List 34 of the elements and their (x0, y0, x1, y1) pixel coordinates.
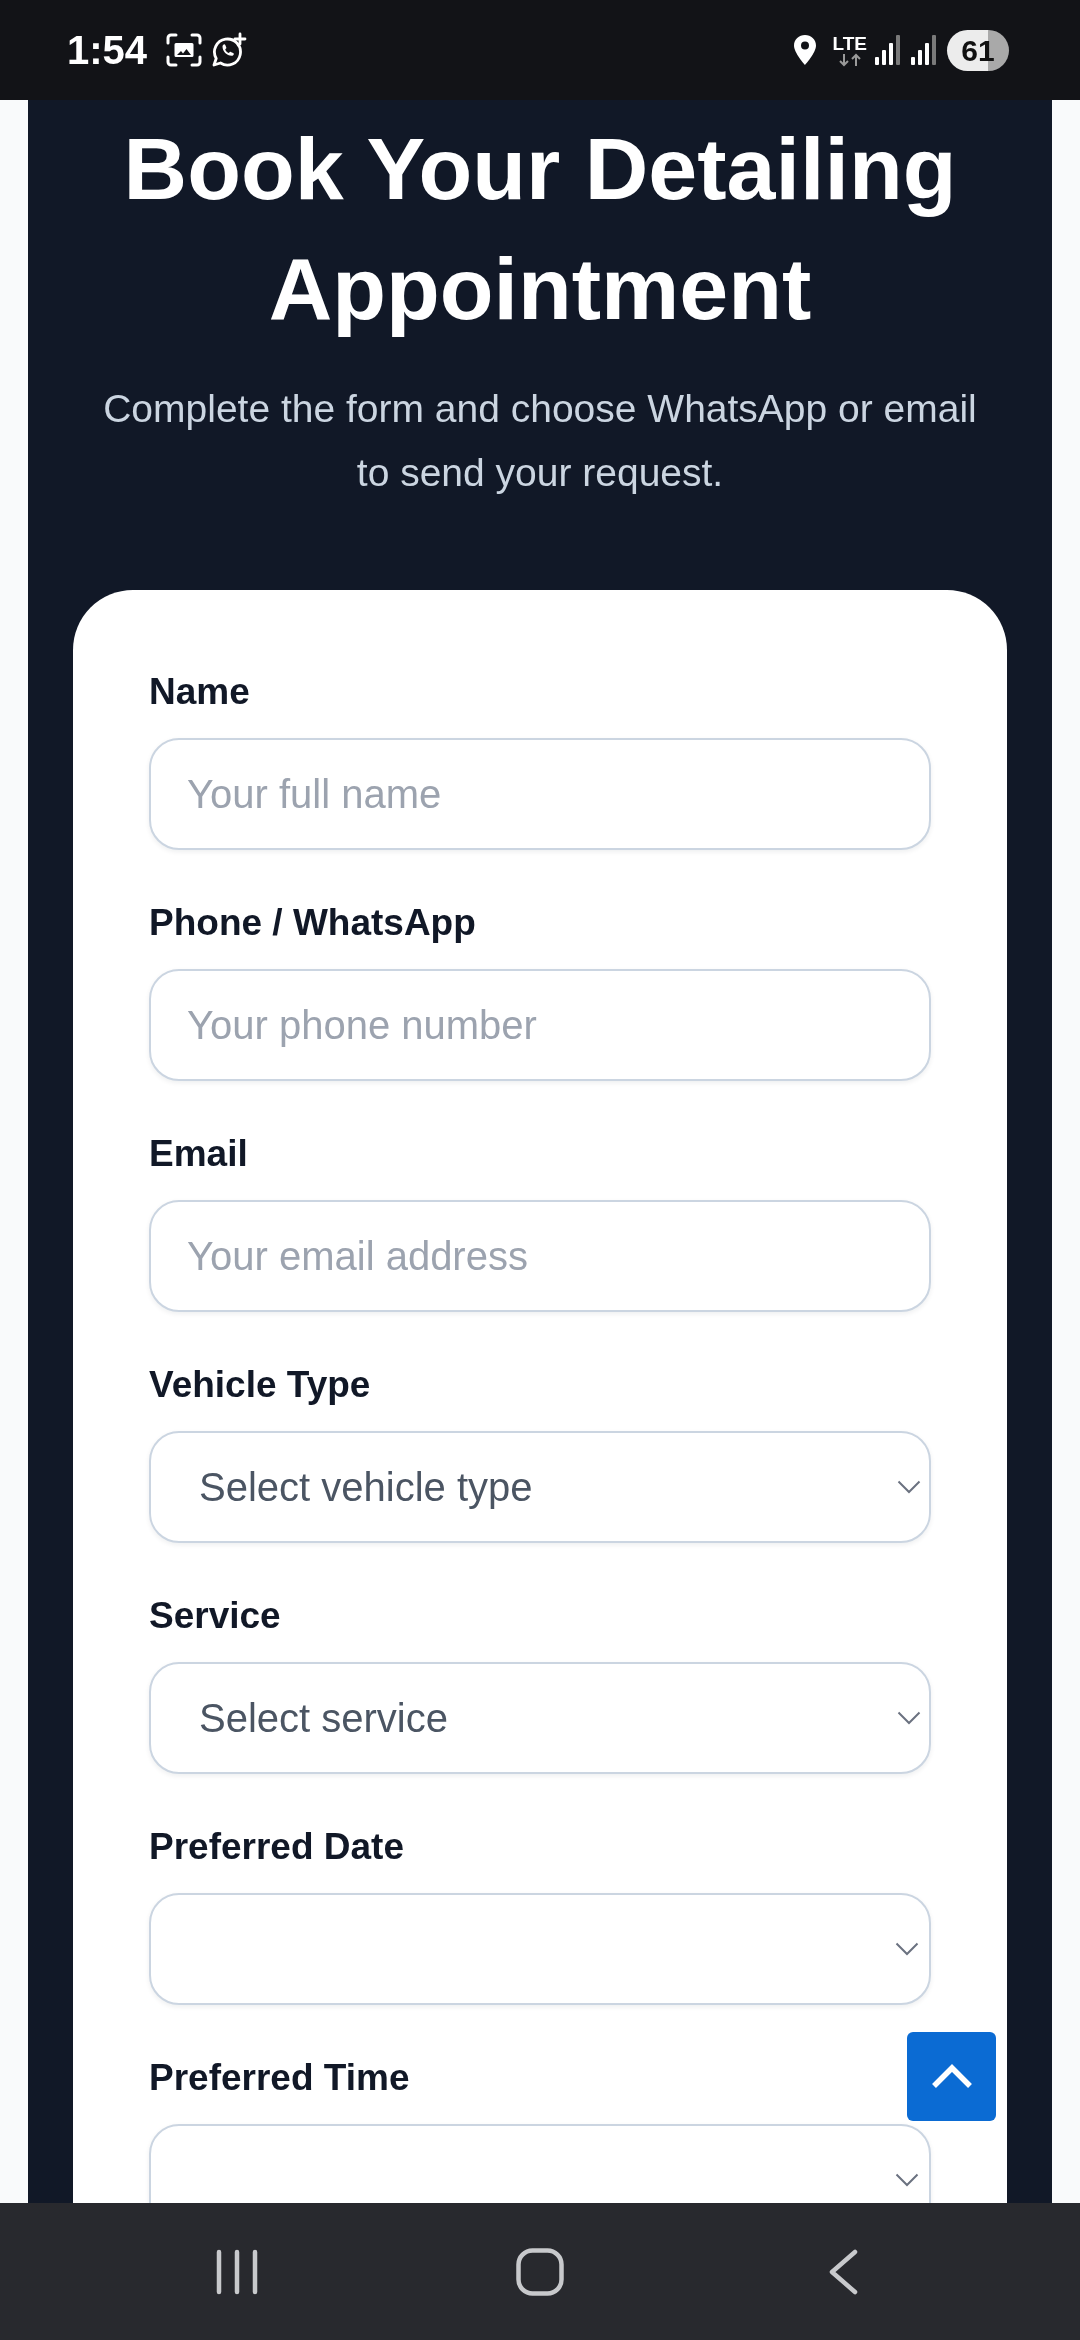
field-label: Phone / WhatsApp (149, 901, 476, 945)
chat-bubble-plus-icon (210, 32, 248, 68)
field-label: Email (149, 1132, 248, 1176)
time-field[interactable] (149, 2124, 931, 2203)
location-pin-icon (792, 34, 817, 66)
field-label: Preferred Time (149, 2056, 410, 2100)
page-title: Book Your Detailing Appointment (122, 118, 958, 340)
recent-apps-icon[interactable] (215, 2248, 259, 2295)
input-field[interactable]: Your email address (149, 1200, 931, 1312)
field-label: Name (149, 670, 250, 714)
back-icon[interactable] (828, 2248, 858, 2295)
chevron-down-icon (895, 2173, 919, 2187)
back-to-top-button[interactable] (907, 2032, 996, 2121)
chevron-up-icon (930, 2064, 973, 2089)
data-arrows-icon (836, 52, 863, 67)
field-label: Preferred Date (149, 1825, 404, 1869)
home-icon[interactable] (516, 2247, 564, 2296)
battery-indicator: 61 (947, 29, 1009, 71)
date-field[interactable] (149, 1893, 931, 2005)
input-field[interactable]: Your phone number (149, 969, 931, 1081)
page-subtitle: Complete the form and choose WhatsApp or email to send your request. (102, 386, 978, 496)
dropdown-field[interactable]: Select vehicle type (149, 1431, 931, 1543)
signal-icon (875, 35, 903, 65)
screenshot-icon (166, 33, 203, 67)
chevron-down-icon (897, 1480, 921, 1494)
dropdown-field[interactable]: Select service (149, 1662, 931, 1774)
input-field[interactable]: Your full name (149, 738, 931, 850)
field-label: Service (149, 1594, 281, 1638)
clock-time: 1:54 (67, 30, 148, 70)
field-label: Vehicle Type (149, 1363, 371, 1407)
network-type: LTE (832, 33, 867, 53)
chevron-down-icon (897, 1711, 921, 1725)
signal-icon (911, 35, 939, 65)
chevron-down-icon (895, 1942, 919, 1956)
